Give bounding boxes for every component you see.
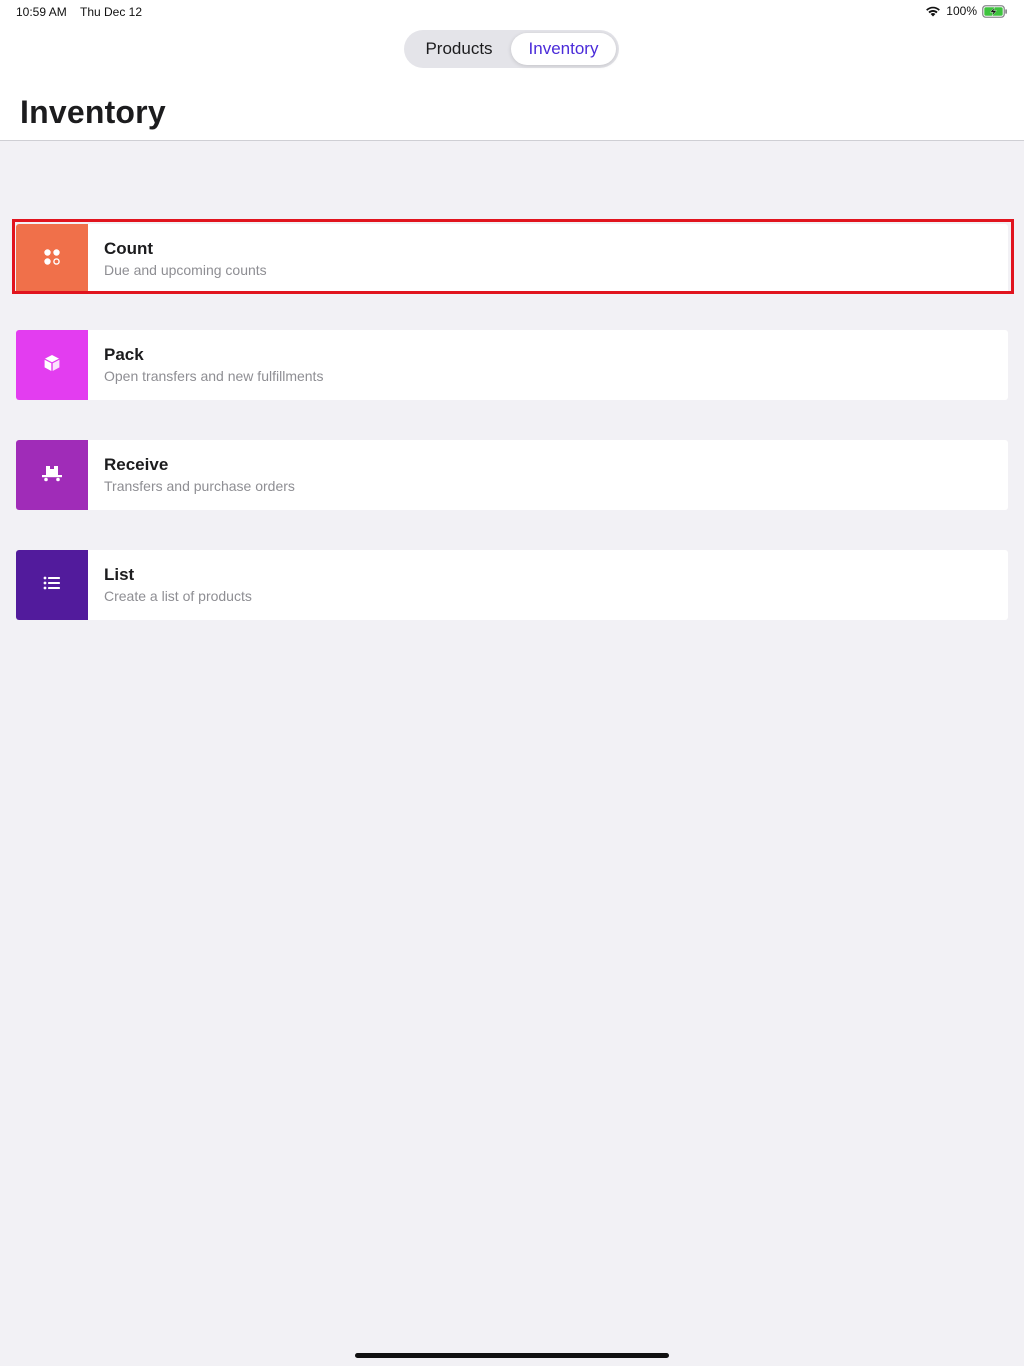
menu-item-title: Receive bbox=[104, 455, 169, 474]
status-bar: 10:59 AM Thu Dec 12 100% bbox=[0, 0, 1024, 24]
menu-item-title: Pack bbox=[104, 345, 144, 364]
menu-item-title: Count bbox=[104, 239, 154, 258]
section-segmented-control[interactable]: Products Inventory bbox=[404, 30, 619, 68]
wifi-icon bbox=[925, 5, 941, 17]
menu-item-count[interactable]: Count Due and upcoming counts bbox=[16, 224, 1008, 294]
battery-percent: 100% bbox=[946, 4, 977, 18]
segment-products[interactable]: Products bbox=[407, 33, 511, 65]
menu-item-subtitle: Due and upcoming counts bbox=[104, 262, 267, 278]
cart-icon bbox=[41, 464, 63, 487]
menu-item-subtitle: Open transfers and new fulfillments bbox=[104, 368, 324, 384]
menu-item-list[interactable]: List Create a list of products bbox=[16, 550, 1008, 620]
battery-charging-icon bbox=[982, 4, 1008, 18]
status-time: 10:59 AM bbox=[16, 5, 67, 19]
status-indicators: 100% bbox=[925, 4, 1008, 18]
box-icon bbox=[42, 353, 62, 378]
count-icon bbox=[43, 248, 61, 271]
count-tile bbox=[16, 224, 88, 294]
menu-item-pack[interactable]: Pack Open transfers and new fulfillments bbox=[16, 330, 1008, 400]
segment-inventory[interactable]: Inventory bbox=[511, 33, 616, 65]
list-icon bbox=[43, 576, 61, 595]
menu-item-title: List bbox=[104, 565, 135, 584]
pack-tile bbox=[16, 330, 88, 400]
receive-tile bbox=[16, 440, 88, 510]
list-tile bbox=[16, 550, 88, 620]
status-date: Thu Dec 12 bbox=[80, 5, 143, 19]
menu-item-subtitle: Create a list of products bbox=[104, 588, 252, 604]
menu-item-receive[interactable]: Receive Transfers and purchase orders bbox=[16, 440, 1008, 510]
menu-item-subtitle: Transfers and purchase orders bbox=[104, 478, 295, 494]
header-area: 10:59 AM Thu Dec 12 100% Products Invent… bbox=[0, 0, 1024, 141]
page-title: Inventory bbox=[20, 94, 166, 130]
home-indicator[interactable] bbox=[355, 1353, 669, 1358]
